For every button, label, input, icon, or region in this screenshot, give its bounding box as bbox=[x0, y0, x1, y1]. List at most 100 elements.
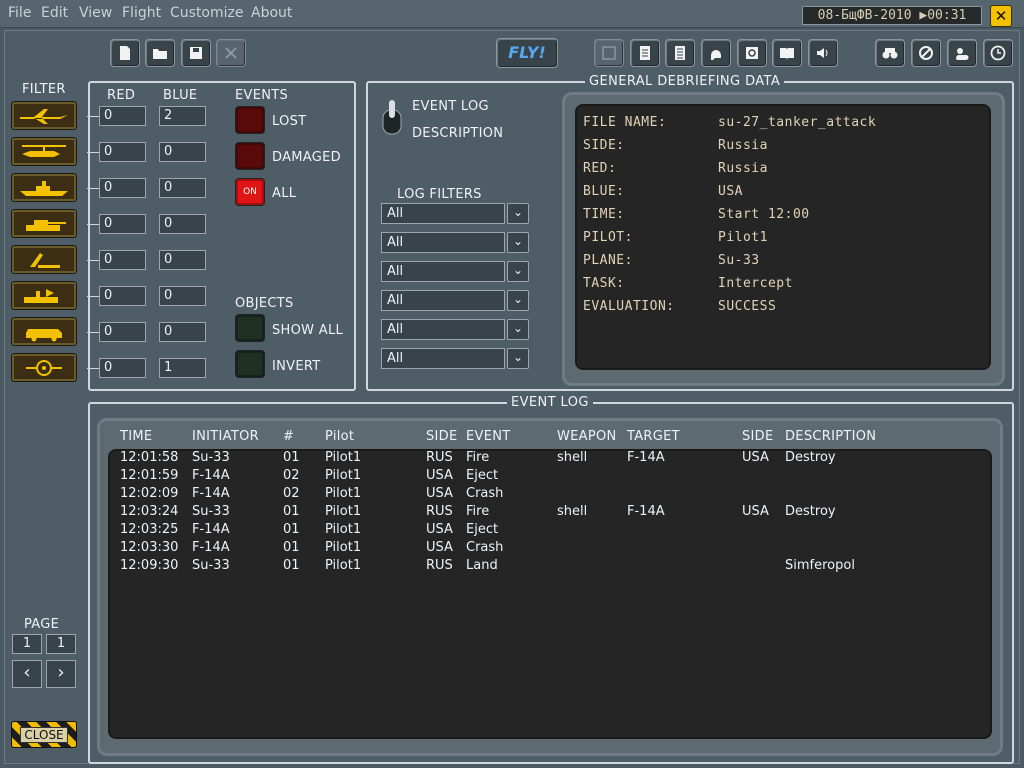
cell-number: 01 bbox=[283, 540, 300, 555]
chevron-down-icon: ⌄ bbox=[512, 263, 524, 277]
menu-file[interactable]: File bbox=[8, 5, 31, 21]
encyclopedia-button[interactable] bbox=[772, 39, 802, 67]
log-filter-6-dropdown[interactable]: ⌄ bbox=[507, 348, 529, 369]
filter-target-button[interactable] bbox=[11, 353, 77, 382]
sound-button[interactable] bbox=[808, 39, 838, 67]
debrief-key: EVALUATION: bbox=[583, 299, 675, 314]
page-total: 1 bbox=[46, 634, 76, 654]
red-count-tank: 0 bbox=[87, 214, 146, 234]
log-mode-switch[interactable] bbox=[381, 96, 403, 136]
log-filter-6[interactable]: All bbox=[381, 348, 505, 369]
cell-event: Fire bbox=[466, 450, 490, 465]
open-file-button[interactable] bbox=[145, 39, 175, 67]
vehicle-icon bbox=[26, 328, 62, 341]
cell-description: Simferopol bbox=[785, 558, 855, 573]
event-log-option[interactable]: EVENT LOG bbox=[412, 99, 489, 114]
restrictions-button[interactable] bbox=[911, 39, 941, 67]
debrief-value: Su-33 bbox=[718, 253, 760, 268]
cell-time: 12:01:58 bbox=[120, 450, 179, 465]
cell-target-side: USA bbox=[742, 504, 769, 519]
cell-side: USA bbox=[426, 522, 453, 537]
filter-radar-button[interactable] bbox=[11, 281, 77, 310]
log-filter-2-dropdown[interactable]: ⌄ bbox=[507, 232, 529, 253]
debrief-value: SUCCESS bbox=[718, 299, 777, 314]
close-window-button[interactable]: ✕ bbox=[990, 5, 1012, 27]
filter-sam-button[interactable] bbox=[11, 245, 77, 274]
log-filter-3[interactable]: All bbox=[381, 261, 505, 282]
header-number: # bbox=[283, 429, 295, 444]
cell-event: Fire bbox=[466, 504, 490, 519]
cell-event: Land bbox=[466, 558, 498, 573]
inspect-button[interactable] bbox=[737, 39, 767, 67]
cell-target-side: USA bbox=[742, 450, 769, 465]
header-pilot: Pilot bbox=[325, 429, 355, 444]
recon-button[interactable] bbox=[875, 39, 905, 67]
cell-event: Eject bbox=[466, 522, 499, 537]
blue-column-label: BLUE bbox=[163, 88, 198, 103]
menu-customize[interactable]: Customize bbox=[170, 5, 244, 21]
cell-initiator: F-14A bbox=[192, 522, 230, 537]
target-icon bbox=[26, 359, 62, 376]
cell-number: 01 bbox=[283, 558, 300, 573]
filter-ship-button[interactable] bbox=[11, 173, 77, 202]
log-filter-1-dropdown[interactable]: ⌄ bbox=[507, 203, 529, 224]
invert-toggle[interactable] bbox=[235, 350, 265, 378]
cell-side: RUS bbox=[426, 558, 453, 573]
next-page-button[interactable]: › bbox=[46, 660, 76, 688]
log-filter-2[interactable]: All bbox=[381, 232, 505, 253]
folder-open-icon bbox=[153, 49, 167, 59]
list-button[interactable] bbox=[665, 39, 695, 67]
menu-about[interactable]: About bbox=[251, 5, 292, 21]
log-filter-5[interactable]: All bbox=[381, 319, 505, 340]
lost-toggle[interactable] bbox=[235, 106, 265, 134]
red-count-vehicle: 0 bbox=[87, 322, 146, 342]
new-file-button[interactable] bbox=[110, 39, 140, 67]
close-button[interactable]: CLOSE bbox=[11, 721, 77, 748]
chevron-down-icon: ⌄ bbox=[512, 292, 524, 306]
log-filter-1[interactable]: All bbox=[381, 203, 505, 224]
magnifier-icon bbox=[746, 47, 758, 59]
menu-edit[interactable]: Edit bbox=[41, 5, 68, 21]
damaged-toggle[interactable] bbox=[235, 142, 265, 170]
cell-weapon: shell bbox=[557, 450, 588, 465]
filter-helicopter-button[interactable] bbox=[11, 137, 77, 166]
document-icon bbox=[640, 46, 650, 60]
filter-vehicle-button[interactable] bbox=[11, 317, 77, 346]
filter-tank-button[interactable] bbox=[11, 209, 77, 238]
log-filter-5-dropdown[interactable]: ⌄ bbox=[507, 319, 529, 340]
debrief-key: BLUE: bbox=[583, 184, 625, 199]
cell-description: Destroy bbox=[785, 450, 836, 465]
header-event: EVENT bbox=[466, 429, 511, 444]
clock-display: 08-БщФВ-2010 ▶00:31 bbox=[802, 6, 982, 25]
show-all-toggle[interactable] bbox=[235, 314, 265, 342]
page-current: 1 bbox=[12, 634, 42, 654]
cell-number: 02 bbox=[283, 486, 300, 501]
delete-button[interactable] bbox=[216, 39, 246, 67]
map-button[interactable] bbox=[594, 39, 624, 67]
chevron-down-icon: ⌄ bbox=[512, 205, 524, 219]
log-filter-4-dropdown[interactable]: ⌄ bbox=[507, 290, 529, 311]
fly-button[interactable]: FLY! bbox=[496, 38, 558, 68]
previous-page-button[interactable]: ‹ bbox=[12, 660, 42, 688]
log-filter-3-dropdown[interactable]: ⌄ bbox=[507, 261, 529, 282]
red-column-label: RED bbox=[107, 88, 136, 103]
pilot-button[interactable] bbox=[701, 39, 731, 67]
chevron-left-icon: ‹ bbox=[23, 662, 31, 683]
menu-flight[interactable]: Flight bbox=[122, 5, 161, 21]
save-file-button[interactable] bbox=[181, 39, 211, 67]
cell-initiator: F-14A bbox=[192, 540, 230, 555]
cell-event: Crash bbox=[466, 486, 504, 501]
ship-icon bbox=[20, 180, 68, 196]
cell-time: 12:03:25 bbox=[120, 522, 179, 537]
clock-icon bbox=[990, 45, 1006, 61]
damaged-label: DAMAGED bbox=[272, 150, 341, 165]
cell-time: 12:03:30 bbox=[120, 540, 179, 555]
all-events-toggle[interactable]: ON bbox=[235, 178, 265, 206]
weather-button[interactable] bbox=[947, 39, 977, 67]
filter-aircraft-button[interactable] bbox=[11, 101, 77, 130]
log-filter-4[interactable]: All bbox=[381, 290, 505, 311]
briefing-button[interactable] bbox=[630, 39, 660, 67]
description-option[interactable]: DESCRIPTION bbox=[412, 126, 503, 141]
menu-view[interactable]: View bbox=[79, 5, 112, 21]
time-button[interactable] bbox=[983, 39, 1013, 67]
